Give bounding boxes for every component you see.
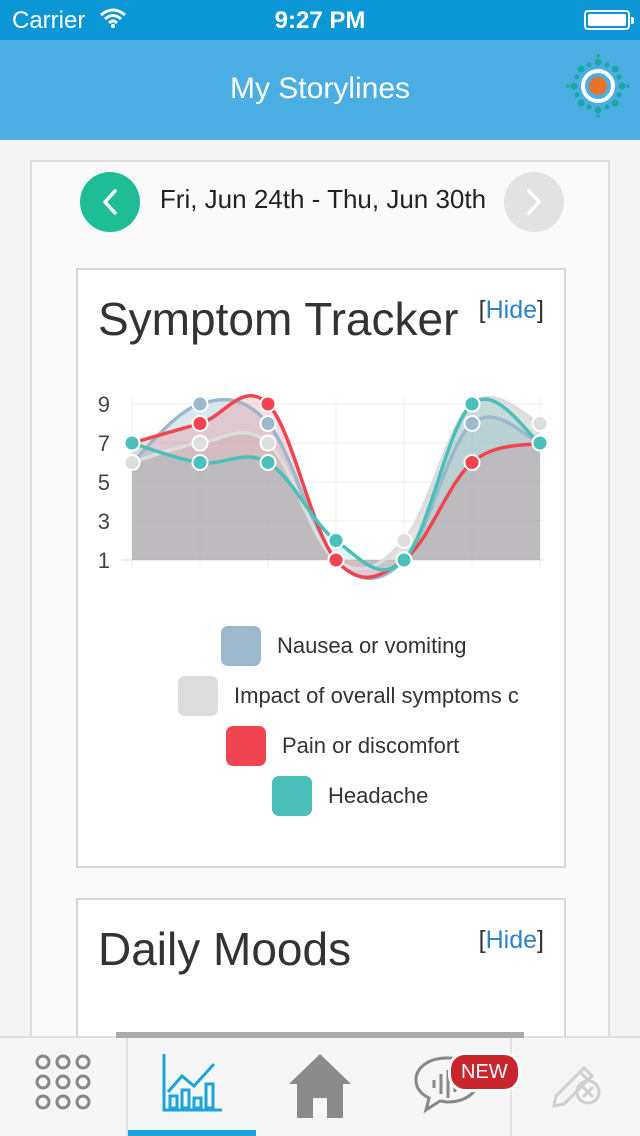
legend-label: Headache — [328, 783, 429, 808]
legend-label: Impact of overall symptoms c — [234, 683, 519, 708]
symptom-tracker-card: Symptom Tracker [Hide] 1 3 5 7 9 Nausea or v… — [76, 268, 566, 868]
legend-swatch — [178, 676, 218, 716]
legend-swatch — [272, 776, 312, 816]
data-point — [259, 434, 277, 452]
data-point — [191, 395, 209, 413]
hide-label[interactable]: Hide — [486, 296, 537, 324]
y-tick-label: 5 — [98, 470, 110, 495]
chevron-right-icon — [527, 189, 541, 215]
y-tick-label: 1 — [98, 548, 110, 573]
data-point — [259, 454, 277, 471]
data-point — [123, 434, 141, 452]
tab-bar: NEW — [0, 1032, 640, 1136]
tab-edit[interactable] — [512, 1038, 640, 1136]
data-point — [395, 532, 413, 549]
grid-menu-icon — [35, 1054, 91, 1110]
y-tick-label: 7 — [98, 431, 110, 456]
symptom-chart: 1 3 5 7 9 — [98, 392, 549, 581]
symptom-tracker-title: Symptom Tracker — [98, 293, 459, 345]
hide-bracket-close: ] — [537, 296, 544, 324]
page-title: My Storylines — [229, 72, 411, 105]
clock: 9:27 PM — [274, 7, 366, 34]
data-point — [123, 454, 141, 471]
nav-bar: My Storylines — [0, 40, 640, 140]
legend-item-nausea[interactable]: Nausea or vomiting — [221, 626, 467, 666]
data-point — [327, 551, 345, 569]
data-point — [191, 434, 209, 452]
tab-storylines[interactable] — [128, 1038, 256, 1136]
data-point — [463, 454, 481, 471]
status-bar: Carrier 9:27 PM — [0, 0, 640, 40]
new-badge: NEW — [448, 1052, 521, 1092]
next-week-button[interactable] — [504, 172, 564, 232]
legend-item-impact[interactable]: Impact of overall symptoms c — [178, 676, 519, 716]
home-icon — [289, 1054, 351, 1118]
hide-bracket-close: ] — [537, 926, 544, 954]
data-point — [531, 434, 549, 452]
legend-label: Pain or discomfort — [282, 733, 460, 758]
previous-week-button[interactable] — [80, 172, 140, 232]
chevron-left-icon — [103, 189, 117, 215]
tab-menu[interactable] — [0, 1038, 128, 1136]
data-point — [191, 415, 209, 432]
date-range-label: Fri, Jun 24th - Thu, Jun 30th — [159, 184, 487, 214]
new-badge-label: NEW — [461, 1061, 508, 1083]
daily-moods-title: Daily Moods — [98, 923, 352, 975]
symptom-tracker-hide-link[interactable]: [Hide] — [479, 296, 544, 325]
pencil-cancel-icon — [552, 1065, 601, 1108]
tab-home[interactable] — [256, 1038, 384, 1136]
data-point — [463, 415, 481, 432]
legend-item-pain[interactable]: Pain or discomfort — [226, 726, 459, 766]
hide-label[interactable]: Hide — [486, 926, 537, 954]
storyline-logo-icon[interactable] — [566, 54, 630, 118]
data-point — [531, 415, 549, 432]
line-chart-icon — [162, 1054, 222, 1112]
data-point — [259, 415, 277, 432]
data-point — [395, 551, 413, 569]
data-point — [463, 395, 481, 413]
battery-icon — [584, 10, 634, 30]
hide-bracket-open: [ — [478, 926, 486, 954]
hide-bracket-open: [ — [478, 296, 486, 324]
data-point — [327, 532, 345, 549]
legend-swatch — [221, 626, 261, 666]
legend-item-headache[interactable]: Headache — [272, 776, 428, 816]
active-tab-indicator — [128, 1130, 256, 1136]
legend-swatch — [226, 726, 266, 766]
daily-moods-hide-link[interactable]: [Hide] — [479, 926, 544, 955]
y-tick-label: 9 — [98, 392, 110, 417]
y-tick-label: 3 — [98, 509, 110, 534]
data-point — [259, 395, 277, 413]
legend-label: Nausea or vomiting — [277, 633, 467, 658]
data-point — [191, 454, 209, 471]
storylines-content: Fri, Jun 24th - Thu, Jun 30th Symptom Tr… — [30, 160, 610, 1068]
